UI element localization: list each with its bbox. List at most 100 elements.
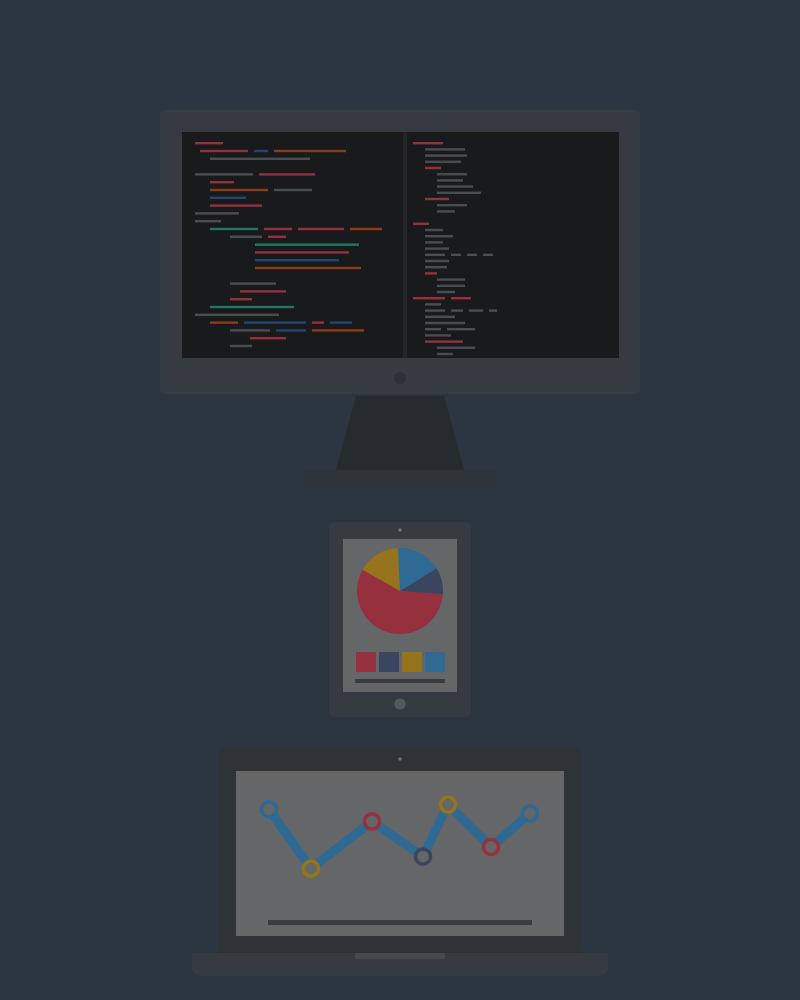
line-point <box>520 804 540 823</box>
code-token <box>413 222 429 225</box>
monitor-power-button <box>394 372 406 384</box>
color-swatch <box>425 652 445 672</box>
code-token <box>425 328 441 331</box>
code-token <box>255 266 361 270</box>
code-token <box>437 191 481 194</box>
code-token <box>437 278 465 281</box>
code-token <box>330 321 352 324</box>
code-token <box>425 154 467 157</box>
code-token <box>425 166 441 170</box>
line-point <box>301 859 321 878</box>
monitor-stand-neck <box>336 396 464 470</box>
code-token <box>425 228 443 232</box>
code-token <box>451 253 461 256</box>
code-token <box>230 282 276 285</box>
code-token <box>210 321 238 324</box>
code-token <box>425 247 449 250</box>
code-token <box>210 181 234 184</box>
tablet-camera <box>398 528 402 532</box>
code-token <box>350 227 382 231</box>
code-token <box>210 188 268 192</box>
code-token <box>254 149 268 153</box>
code-token <box>425 315 455 318</box>
code-token <box>298 227 344 231</box>
code-token <box>425 272 437 275</box>
code-token <box>274 149 346 153</box>
code-token <box>437 173 467 176</box>
laptop-screen <box>236 771 564 936</box>
code-token <box>469 309 483 312</box>
code-token <box>425 309 445 312</box>
code-token <box>264 227 292 231</box>
code-token <box>425 321 465 325</box>
code-token <box>268 235 286 238</box>
code-token <box>210 204 262 207</box>
code-token <box>489 309 497 312</box>
tablet-icon <box>329 522 471 717</box>
code-token <box>210 305 294 309</box>
code-token <box>210 227 258 231</box>
code-token <box>312 321 324 324</box>
code-token <box>230 298 252 301</box>
code-token <box>244 321 306 324</box>
code-token <box>259 173 315 176</box>
code-token <box>437 284 465 287</box>
line-point <box>413 847 433 866</box>
monitor-screen <box>182 132 619 358</box>
code-token <box>437 204 467 207</box>
code-token <box>195 313 279 316</box>
code-token <box>425 197 449 201</box>
code-token <box>230 329 270 332</box>
color-swatch <box>402 652 422 672</box>
code-token <box>451 309 463 312</box>
code-token <box>425 235 453 238</box>
code-token <box>230 344 252 348</box>
line-point <box>362 812 382 831</box>
monitor-stand-base <box>304 470 496 488</box>
code-token <box>451 297 471 300</box>
color-swatch <box>379 652 399 672</box>
code-token <box>437 352 453 356</box>
code-token <box>413 297 445 300</box>
code-token <box>195 212 239 215</box>
code-token <box>425 266 447 269</box>
code-token <box>255 243 359 246</box>
code-token <box>195 173 253 176</box>
code-token <box>437 346 475 349</box>
laptop-caption-bar <box>268 920 532 925</box>
code-token <box>425 160 461 163</box>
code-token <box>483 253 493 256</box>
code-token <box>274 188 312 192</box>
laptop-trackpad-notch <box>355 953 445 959</box>
code-token <box>250 337 286 340</box>
code-token <box>312 329 364 332</box>
code-token <box>425 340 463 343</box>
line-point <box>259 800 279 819</box>
devices-illustration <box>0 0 800 1000</box>
code-token <box>255 251 349 254</box>
code-token <box>195 142 223 145</box>
editor-divider <box>403 132 407 358</box>
code-token <box>240 290 286 293</box>
code-token <box>447 328 475 331</box>
laptop-icon <box>192 747 608 976</box>
code-token <box>437 179 463 182</box>
code-token <box>413 142 443 145</box>
code-token <box>276 329 306 332</box>
code-token <box>437 185 473 188</box>
color-swatch <box>356 652 376 672</box>
code-token <box>425 241 443 244</box>
code-token <box>195 220 221 223</box>
code-token <box>467 253 477 256</box>
line-point <box>481 837 501 857</box>
code-token <box>255 259 339 262</box>
tablet-home-button <box>394 698 406 710</box>
pie-chart <box>357 547 444 635</box>
code-token <box>230 235 262 238</box>
code-token <box>210 196 246 199</box>
laptop-camera <box>398 757 402 761</box>
code-token <box>437 290 455 294</box>
tablet-caption-bar <box>355 679 445 683</box>
code-token <box>425 334 451 337</box>
code-token <box>437 210 455 213</box>
